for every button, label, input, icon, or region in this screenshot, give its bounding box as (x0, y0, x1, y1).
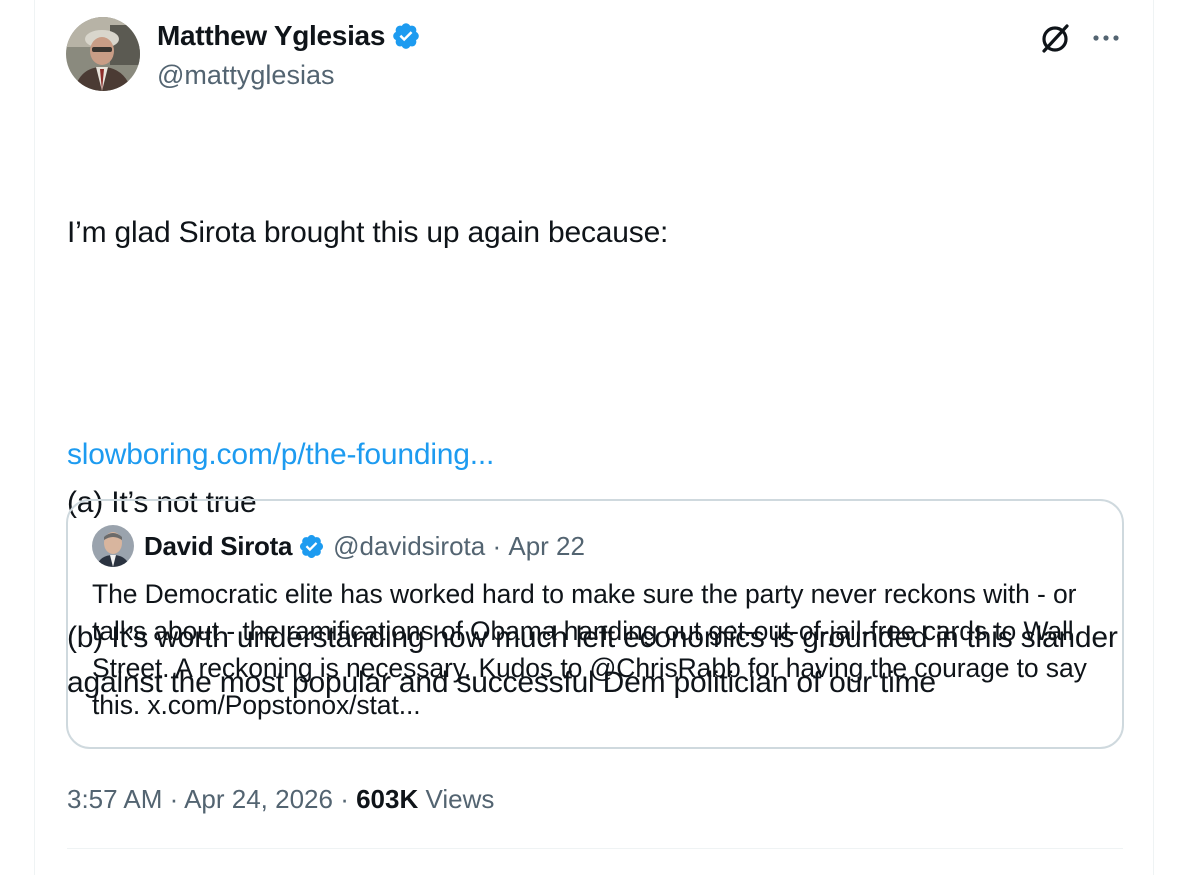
tweet-date[interactable]: Apr 24, 2026 (184, 784, 333, 814)
quoted-author-handle[interactable]: @davidsirota (333, 529, 485, 563)
divider (67, 848, 1123, 849)
views-count: 603K (356, 784, 419, 814)
quoted-author-avatar[interactable] (92, 525, 134, 567)
verified-badge-icon (298, 533, 325, 560)
meta-separator: · (332, 784, 357, 814)
meta-separator: · (162, 784, 185, 814)
quoted-separator: · (485, 531, 509, 561)
author-name-row[interactable]: Matthew Yglesias (157, 18, 421, 54)
author-name[interactable]: Matthew Yglesias (157, 18, 385, 54)
author-handle[interactable]: @mattyglesias (157, 58, 334, 92)
views-label: Views (418, 784, 495, 814)
quoted-date[interactable]: Apr 22 (508, 529, 585, 563)
tweet-line: I’m glad Sirota brought this up again be… (67, 216, 669, 249)
grok-icon[interactable] (1038, 22, 1072, 56)
verified-badge-icon (391, 21, 421, 51)
author-avatar[interactable] (66, 17, 140, 91)
quoted-author-name[interactable]: David Sirota (144, 529, 292, 563)
tweet-link[interactable]: slowboring.com/p/the-founding... (67, 432, 494, 477)
tweet-line-blank (67, 345, 1147, 390)
quoted-text: The Democratic elite has worked hard to … (92, 579, 1087, 720)
quoted-tweet[interactable]: David Sirota @davidsirota · Apr 22 The D… (66, 499, 1124, 749)
tweet-time[interactable]: 3:57 AM (67, 784, 162, 814)
tweet-meta: 3:57 AM · Apr 24, 2026 · 603K Views (67, 781, 494, 817)
quoted-header: David Sirota @davidsirota · Apr 22 (144, 529, 585, 563)
more-options-icon[interactable] (1090, 22, 1122, 54)
